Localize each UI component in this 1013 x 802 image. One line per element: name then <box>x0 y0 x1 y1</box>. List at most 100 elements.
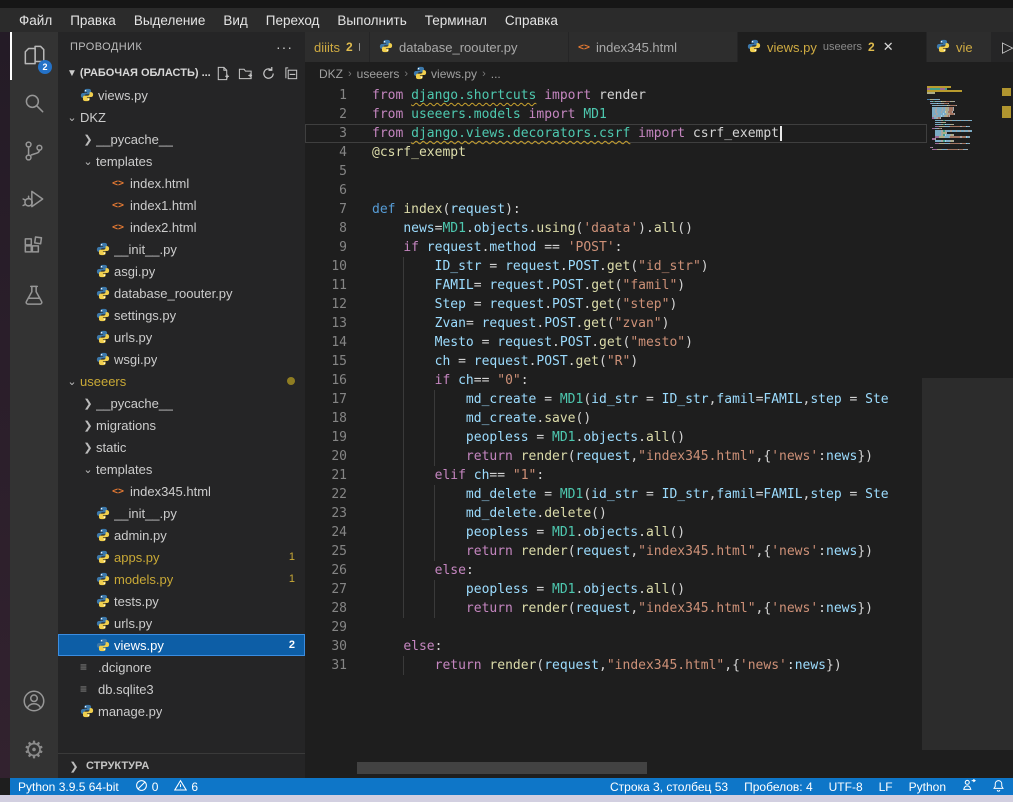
tree-item-templates[interactable]: ⌄templates <box>58 458 305 480</box>
code-line[interactable]: 17 md_create = MD1(id_str = ID_str,famil… <box>305 390 927 409</box>
menu-item-Переход[interactable]: Переход <box>257 13 329 28</box>
code-line[interactable]: 2from useeers.models import MD1 <box>305 105 927 124</box>
activity-extensions-icon[interactable] <box>10 224 58 272</box>
tree-item-__pycache__[interactable]: ❯__pycache__ <box>58 392 305 414</box>
code-line[interactable]: 27 peopless = MD1.objects.all() <box>305 580 927 599</box>
new-file-icon[interactable] <box>215 66 230 81</box>
tree-item-static[interactable]: ❯static <box>58 436 305 458</box>
tree-item-views.py[interactable]: views.py <box>58 84 305 106</box>
status-item[interactable]: LF <box>871 780 901 794</box>
tree-item-.dcignore[interactable]: ≡.dcignore <box>58 656 305 678</box>
tree-item-__pycache__[interactable]: ❯__pycache__ <box>58 128 305 150</box>
code-line[interactable]: 21 elif ch== "1": <box>305 466 927 485</box>
code-line[interactable]: 13 Zvan= request.POST.get("zvan") <box>305 314 927 333</box>
code-line[interactable]: 10 ID_str = request.POST.get("id_str") <box>305 257 927 276</box>
status-item-feedback-icon[interactable] <box>954 778 984 795</box>
tree-item-index1.html[interactable]: <>index1.html <box>58 194 305 216</box>
code-line[interactable]: 16 if ch== "0": <box>305 371 927 390</box>
tree-item-index.html[interactable]: <>index.html <box>58 172 305 194</box>
outline-section-header[interactable]: ❯ СТРУКТУРА <box>58 753 305 778</box>
code-line[interactable]: 5 <box>305 162 927 181</box>
activity-explorer-icon[interactable]: 2 <box>10 32 58 80</box>
tree-item-DKZ[interactable]: ⌄DKZ <box>58 106 305 128</box>
horizontal-scrollbar-thumb[interactable] <box>357 762 647 774</box>
tree-item-manage.py[interactable]: manage.py <box>58 700 305 722</box>
tree-item-templates[interactable]: ⌄templates <box>58 150 305 172</box>
tab-diiits[interactable]: diiits2 <box>305 32 370 62</box>
code-line[interactable]: 20 return render(request,"index345.html"… <box>305 447 927 466</box>
sidebar-more-actions-icon[interactable]: ··· <box>276 39 293 55</box>
menu-item-Справка[interactable]: Справка <box>496 13 567 28</box>
code-line[interactable]: 11 FAMIL= request.POST.get("famil") <box>305 276 927 295</box>
code-editor[interactable]: 1from django.shortcuts import render2fro… <box>305 86 927 778</box>
code-line[interactable]: 6 <box>305 181 927 200</box>
tree-item-views.py[interactable]: views.py2 <box>58 634 305 656</box>
breadcrumb-item[interactable]: views.py <box>413 66 477 83</box>
tab-database_roouter.py[interactable]: database_roouter.py <box>370 32 569 62</box>
menu-item-Выделение[interactable]: Выделение <box>125 13 215 28</box>
code-line[interactable]: 24 peopless = MD1.objects.all() <box>305 523 927 542</box>
collapse-all-icon[interactable] <box>284 66 299 81</box>
code-line[interactable]: 28 return render(request,"index345.html"… <box>305 599 927 618</box>
tree-item-urls.py[interactable]: urls.py <box>58 612 305 634</box>
menu-item-Правка[interactable]: Правка <box>61 13 125 28</box>
tab-vie[interactable]: vie <box>927 32 992 62</box>
tree-item-db.sqlite3[interactable]: ≡db.sqlite3 <box>58 678 305 700</box>
tree-item-settings.py[interactable]: settings.py <box>58 304 305 326</box>
menu-item-Файл[interactable]: Файл <box>10 13 61 28</box>
tab-index345.html[interactable]: <>index345.html <box>569 32 738 62</box>
code-line[interactable]: 9 if request.method == 'POST': <box>305 238 927 257</box>
code-line[interactable]: 12 Step = request.POST.get("step") <box>305 295 927 314</box>
breadcrumb-item[interactable]: useeers <box>357 67 400 81</box>
code-line[interactable]: 30 else: <box>305 637 927 656</box>
status-item[interactable]: Python <box>901 780 954 794</box>
code-line[interactable]: 29 <box>305 618 927 637</box>
code-line[interactable]: 15 ch = request.POST.get("R") <box>305 352 927 371</box>
status-item-warning-icon[interactable]: 6 <box>166 779 206 795</box>
tree-item-asgi.py[interactable]: asgi.py <box>58 260 305 282</box>
tab-views.py[interactable]: views.pyuseeers2✕ <box>738 32 927 62</box>
code-line[interactable]: 18 md_create.save() <box>305 409 927 428</box>
code-line[interactable]: 8 news=MD1.objects.using('daata').all() <box>305 219 927 238</box>
status-item[interactable]: Пробелов: 4 <box>736 780 821 794</box>
tree-item-database_roouter.py[interactable]: database_roouter.py <box>58 282 305 304</box>
status-item[interactable]: UTF-8 <box>821 780 871 794</box>
vertical-scrollbar[interactable] <box>1000 84 1013 778</box>
code-line[interactable]: 19 peopless = MD1.objects.all() <box>305 428 927 447</box>
status-item[interactable]: Python 3.9.5 64-bit <box>10 780 127 794</box>
code-line[interactable]: 14 Mesto = request.POST.get("mesto") <box>305 333 927 352</box>
tree-item-index345.html[interactable]: <>index345.html <box>58 480 305 502</box>
tree-item-tests.py[interactable]: tests.py <box>58 590 305 612</box>
breadcrumb-item[interactable]: DKZ <box>319 67 343 81</box>
run-python-file-icon[interactable]: ▷ <box>1002 38 1013 56</box>
menu-item-Выполнить[interactable]: Выполнить <box>328 13 415 28</box>
activity-account-icon[interactable] <box>10 678 58 726</box>
refresh-icon[interactable] <box>261 66 276 81</box>
tree-item-__init__.py[interactable]: __init__.py <box>58 502 305 524</box>
tree-item-__init__.py[interactable]: __init__.py <box>58 238 305 260</box>
code-line[interactable]: 7def index(request): <box>305 200 927 219</box>
menu-item-Вид[interactable]: Вид <box>214 13 256 28</box>
tree-item-admin.py[interactable]: admin.py <box>58 524 305 546</box>
status-item[interactable]: Строка 3, столбец 53 <box>602 780 736 794</box>
close-icon[interactable]: ✕ <box>883 39 894 55</box>
tree-item-apps.py[interactable]: apps.py1 <box>58 546 305 568</box>
breadcrumb-item[interactable]: ... <box>491 67 501 81</box>
status-item-error-icon[interactable]: 0 <box>127 779 167 795</box>
workspace-section-header[interactable]: ▼ (РАБОЧАЯ ОБЛАСТЬ) ... <box>58 62 305 84</box>
tree-item-useeers[interactable]: ⌄useeers <box>58 370 305 392</box>
new-folder-icon[interactable] <box>238 66 253 81</box>
code-line[interactable]: 25 return render(request,"index345.html"… <box>305 542 927 561</box>
code-line[interactable]: 31 return render(request,"index345.html"… <box>305 656 927 675</box>
code-line[interactable]: 3from django.views.decorators.csrf impor… <box>305 124 927 143</box>
activity-search-icon[interactable] <box>10 80 58 128</box>
activity-run-debug-icon[interactable] <box>10 176 58 224</box>
code-line[interactable]: 26 else: <box>305 561 927 580</box>
tree-item-wsgi.py[interactable]: wsgi.py <box>58 348 305 370</box>
menu-item-Терминал[interactable]: Терминал <box>416 13 496 28</box>
activity-settings-gear-icon[interactable]: ⚙ <box>10 726 58 774</box>
tree-item-migrations[interactable]: ❯migrations <box>58 414 305 436</box>
code-line[interactable]: 23 md_delete.delete() <box>305 504 927 523</box>
status-item-bell-icon[interactable] <box>984 779 1013 795</box>
tree-item-models.py[interactable]: models.py1 <box>58 568 305 590</box>
